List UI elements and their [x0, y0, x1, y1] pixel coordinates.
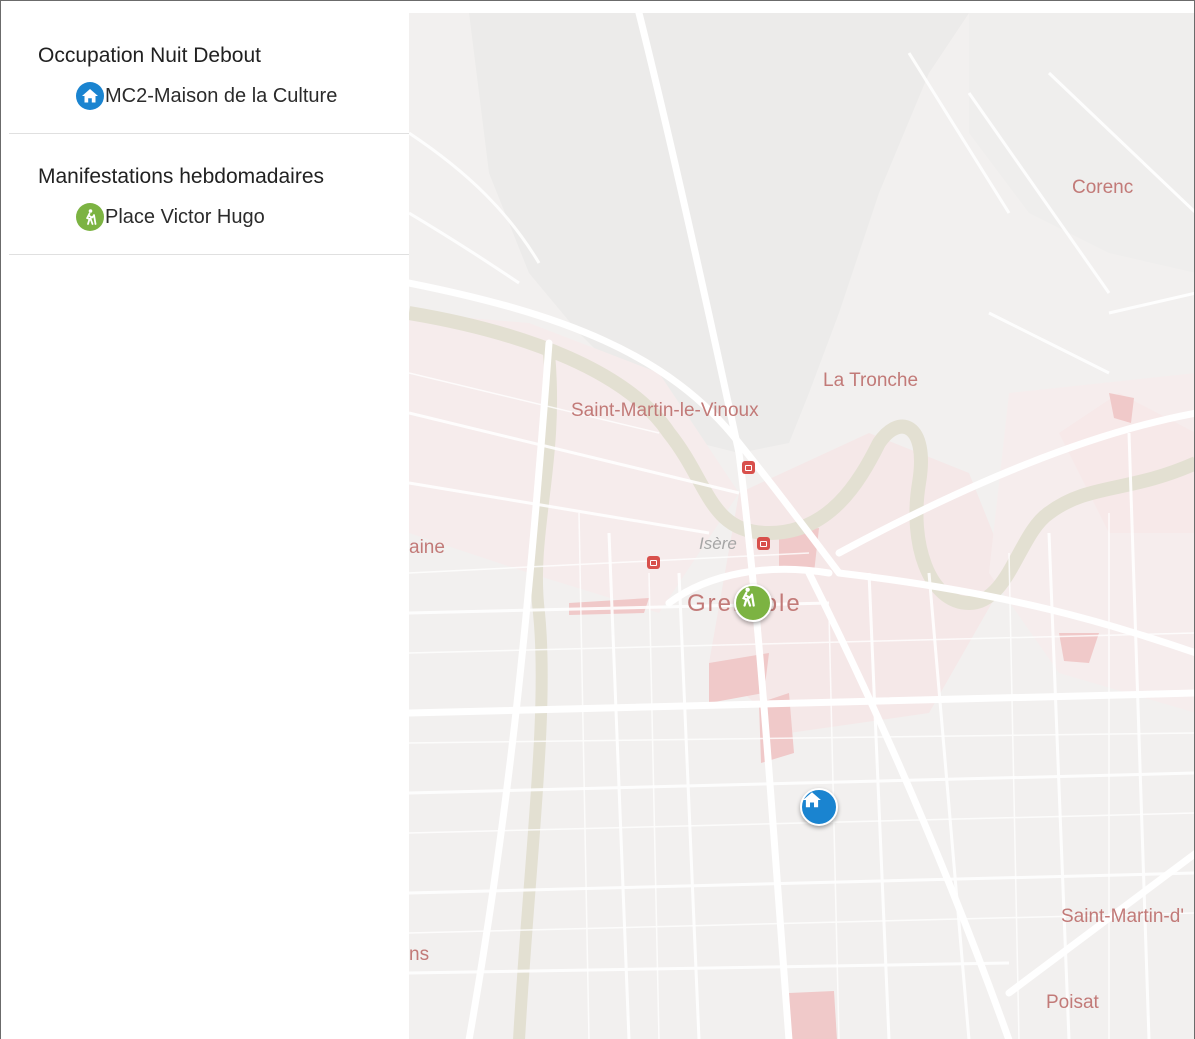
map-label-corenc: Corenc	[1072, 177, 1134, 198]
transit-stop-icon[interactable]	[742, 461, 755, 474]
legend-sidebar: Occupation Nuit Debout MC2-Maison de la …	[9, 13, 409, 1039]
legend-group-occupation: Occupation Nuit Debout MC2-Maison de la …	[9, 13, 409, 134]
app-frame: Occupation Nuit Debout MC2-Maison de la …	[0, 0, 1195, 1039]
map-label-poisat: Poisat	[1046, 992, 1099, 1013]
map-label-saint-martin-d: Saint-Martin-d'	[1061, 906, 1184, 927]
group-title: Manifestations hebdomadaires	[38, 165, 325, 188]
place-item-mc2[interactable]: MC2-Maison de la Culture	[76, 82, 409, 110]
place-item-victor-hugo[interactable]: Place Victor Hugo	[76, 203, 409, 231]
group-title: Occupation Nuit Debout	[38, 44, 261, 67]
map-label-la-tronche: La Tronche	[823, 370, 919, 391]
transit-stop-icon[interactable]	[757, 537, 770, 550]
map-label-fontaine: aine	[409, 537, 445, 558]
map-marker-mc2[interactable]	[800, 788, 838, 826]
transit-stop-icon[interactable]	[647, 556, 660, 569]
map-marker-place-victor-hugo[interactable]	[734, 584, 772, 622]
map-canvas	[409, 13, 1194, 1039]
map-view[interactable]: Corenc La Tronche Saint-Martin-le-Vinoux…	[409, 13, 1194, 1039]
map-label-saint-martin-le-vinoux: Saint-Martin-le-Vinoux	[571, 400, 759, 421]
place-label: MC2-Maison de la Culture	[105, 84, 338, 107]
place-label: Place Victor Hugo	[105, 205, 265, 228]
hiker-icon	[742, 587, 755, 607]
legend-group-manifestations: Manifestations hebdomadaires Place Victo…	[9, 134, 409, 255]
hiker-icon	[76, 203, 104, 231]
home-icon	[76, 82, 104, 110]
map-label-seyssins: ns	[409, 944, 430, 965]
map-label-isere: Isère	[699, 534, 737, 553]
home-icon	[803, 792, 821, 808]
